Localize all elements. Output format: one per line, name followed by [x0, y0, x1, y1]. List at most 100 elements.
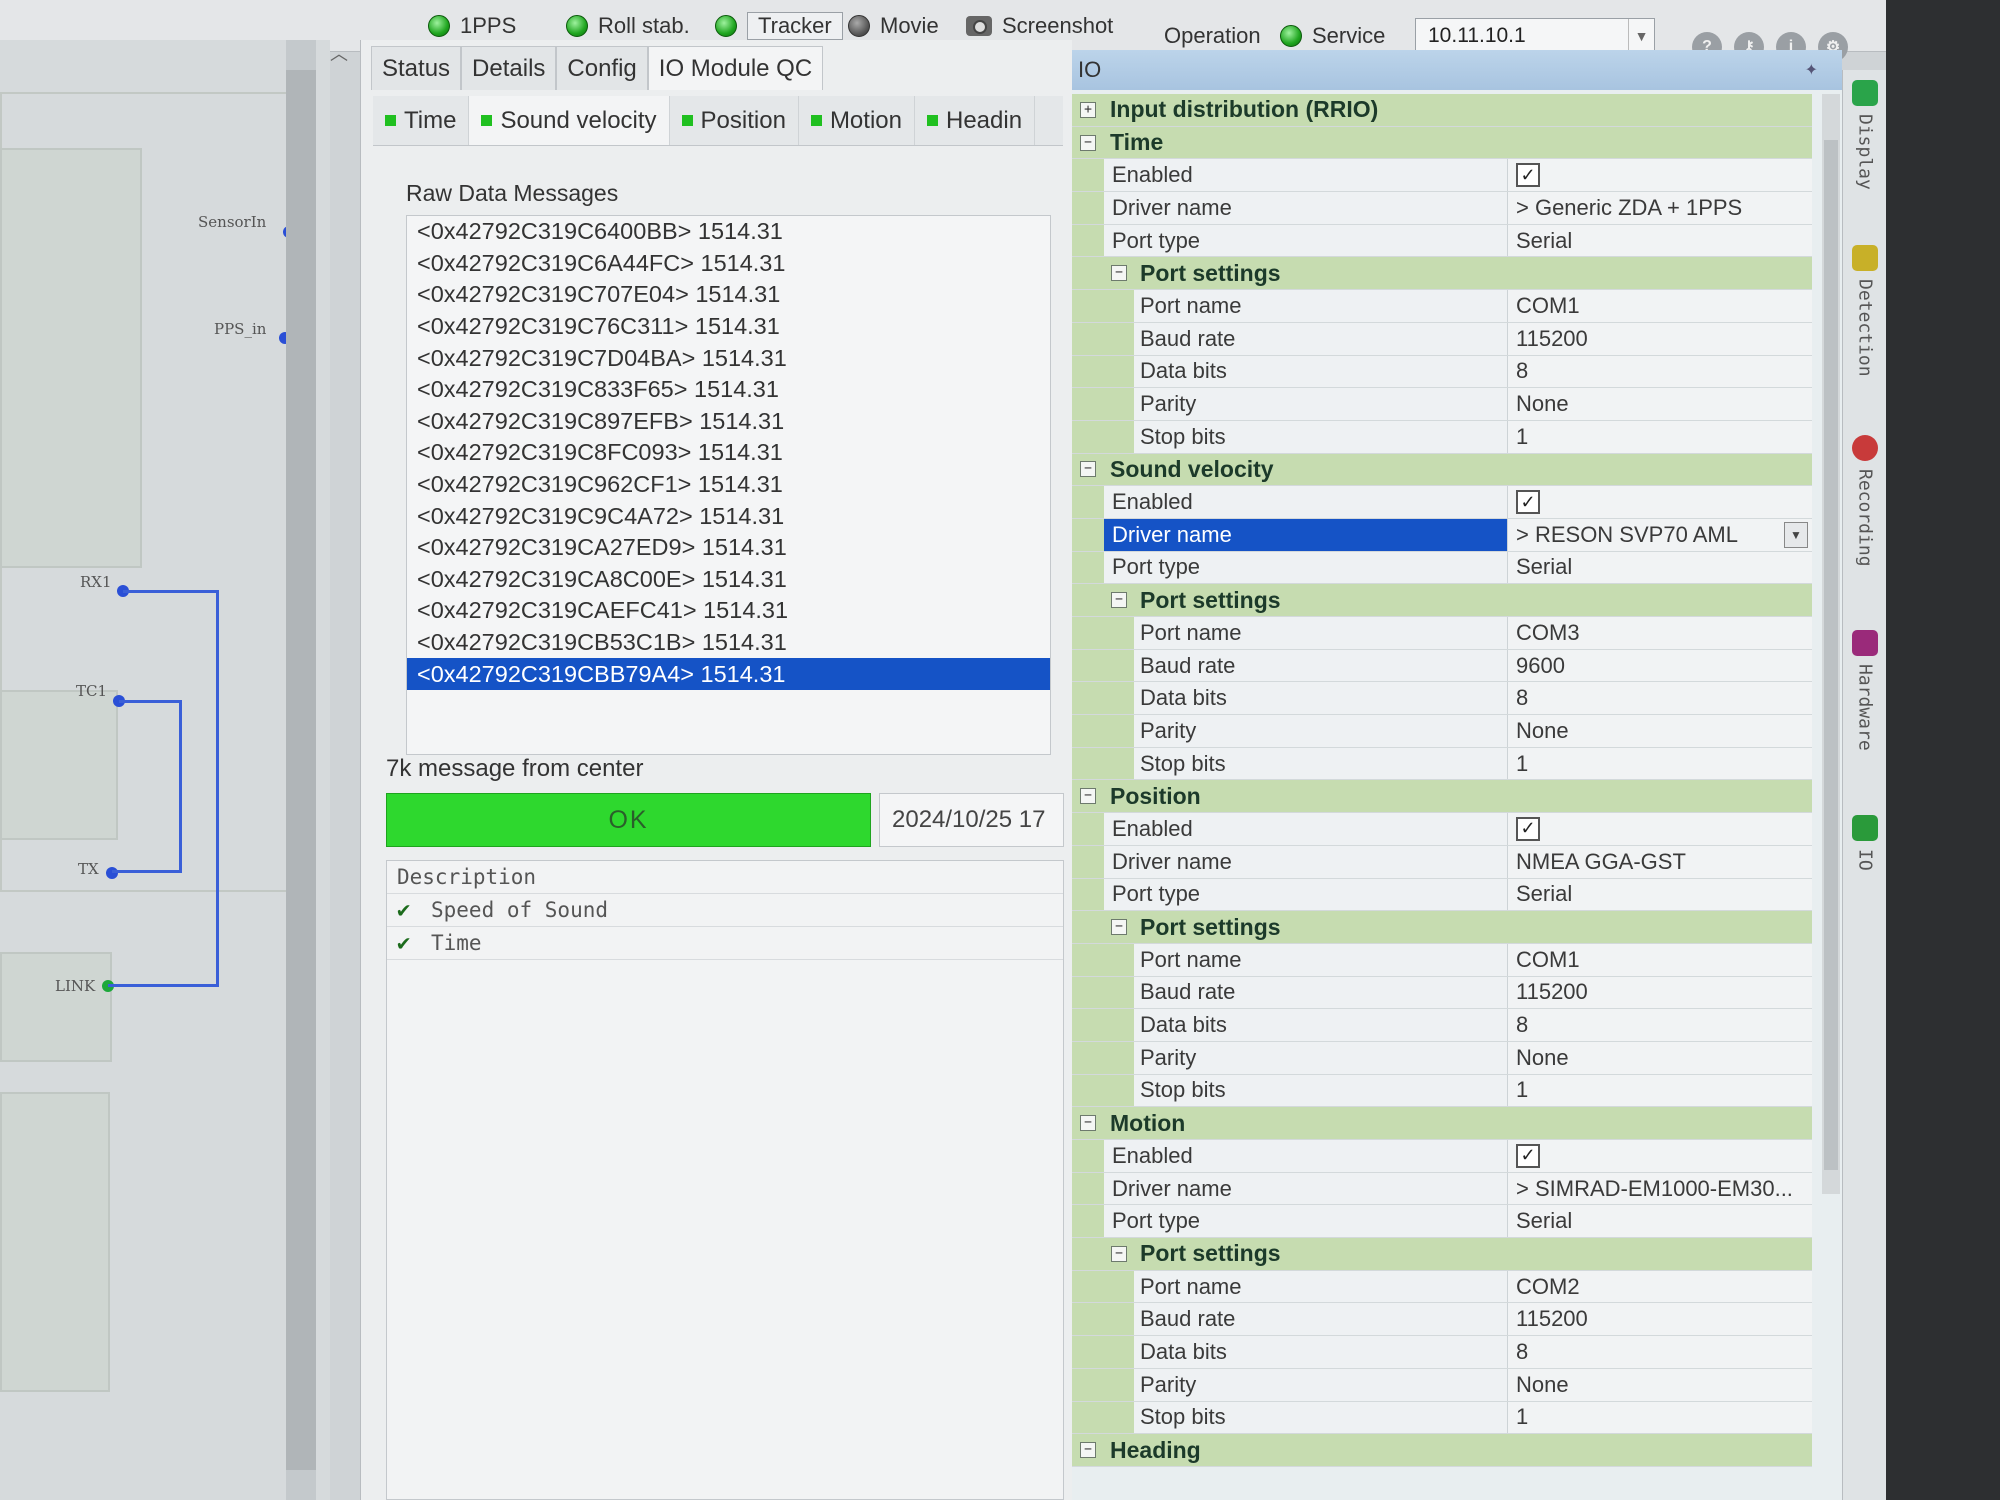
stop-bits-row[interactable]: Stop bits 1	[1072, 1074, 1812, 1108]
collapse-icon[interactable]: −	[1111, 1245, 1127, 1262]
list-item[interactable]: <0x42792C319CAEFC41> 1514.31	[407, 595, 1050, 627]
list-item[interactable]: <0x42792C319C6A44FC> 1514.31	[407, 248, 1050, 280]
data-bits-row[interactable]: Data bits 8	[1072, 1009, 1812, 1042]
expand-icon[interactable]: +	[1080, 101, 1096, 118]
tab-details[interactable]: Details	[461, 46, 557, 90]
side-tab-hardware[interactable]: Hardware	[1843, 630, 1887, 751]
port-name-row[interactable]: Port name COM1	[1072, 290, 1812, 323]
side-tab-io[interactable]: IO	[1843, 815, 1887, 871]
port-settings-group[interactable]: − Port settings	[1072, 584, 1812, 617]
property-value[interactable]: > RESON SVP70 AML ▼	[1508, 518, 1812, 551]
enabled-checkbox[interactable]: ✓	[1516, 816, 1540, 841]
tab-position[interactable]: Position	[670, 96, 799, 145]
input-distribution-group[interactable]: + Input distribution (RRIO)	[1072, 94, 1812, 127]
collapse-icon[interactable]: −	[1111, 919, 1127, 936]
enabled-row[interactable]: Enabled ✓	[1072, 813, 1812, 846]
property-value[interactable]: ✓	[1508, 159, 1812, 192]
tab-heading[interactable]: Headin	[915, 96, 1036, 145]
scrollbar-thumb[interactable]	[286, 70, 316, 1470]
port-name-row[interactable]: Port name COM3	[1072, 617, 1812, 650]
port-type-row[interactable]: Port type Serial	[1072, 1205, 1812, 1239]
list-item[interactable]: <0x42792C319CA27ED9> 1514.31	[407, 532, 1050, 564]
data-bits-row[interactable]: Data bits 8	[1072, 682, 1812, 716]
port-settings-group[interactable]: − Port settings	[1072, 911, 1812, 944]
stop-bits-row[interactable]: Stop bits 1	[1072, 420, 1812, 454]
port-type-row[interactable]: Port type Serial	[1072, 551, 1812, 585]
side-tab-detection[interactable]: Detection	[1843, 245, 1887, 377]
data-bits-row[interactable]: Data bits 8	[1072, 1336, 1812, 1369]
list-item[interactable]: <0x42792C319C897EFB> 1514.31	[407, 406, 1050, 438]
driver-row[interactable]: Driver name > SIMRAD-EM1000-EM30...	[1072, 1172, 1812, 1206]
io-section[interactable]: − Position	[1072, 780, 1812, 814]
list-item[interactable]: ✔ Speed of Sound	[387, 894, 1063, 927]
port-name-row[interactable]: Port name COM2	[1072, 1270, 1812, 1304]
pin-icon[interactable]: ✦	[1805, 60, 1818, 80]
parity-row[interactable]: Parity None	[1072, 1368, 1812, 1402]
parity-row[interactable]: Parity None	[1072, 715, 1812, 748]
collapse-icon[interactable]: −	[1111, 592, 1127, 609]
port-settings-group[interactable]: − Port settings	[1072, 1238, 1812, 1271]
list-item[interactable]: <0x42792C319C9C4A72> 1514.31	[407, 500, 1050, 532]
io-section[interactable]: − Heading	[1072, 1434, 1812, 1467]
raw-data-list[interactable]: <0x42792C319C6400BB> 1514.31 <0x42792C319…	[406, 215, 1051, 755]
baud-rate-row[interactable]: Baud rate 115200	[1072, 1303, 1812, 1337]
parity-row[interactable]: Parity None	[1072, 388, 1812, 421]
enabled-checkbox[interactable]: ✓	[1516, 1143, 1540, 1168]
list-item[interactable]: <0x42792C319C833F65> 1514.31	[407, 374, 1050, 406]
collapse-icon[interactable]: −	[1080, 788, 1096, 805]
list-item[interactable]: <0x42792C319C707E04> 1514.31	[407, 279, 1050, 311]
driver-row[interactable]: Driver name NMEA GGA-GST	[1072, 845, 1812, 879]
tab-time[interactable]: Time	[373, 96, 470, 145]
collapse-icon[interactable]: −	[1111, 265, 1127, 282]
list-item[interactable]: <0x42792C319C6400BB> 1514.31	[407, 216, 1050, 248]
collapse-icon[interactable]: −	[1080, 461, 1096, 478]
io-section[interactable]: − Motion	[1072, 1107, 1812, 1140]
ip-address-select[interactable]: 10.11.10.1 ▼	[1415, 18, 1655, 54]
stop-bits-row[interactable]: Stop bits 1	[1072, 1401, 1812, 1435]
baud-rate-row[interactable]: Baud rate 9600	[1072, 649, 1812, 683]
port-settings-group[interactable]: − Port settings	[1072, 257, 1812, 291]
data-bits-row[interactable]: Data bits 8	[1072, 355, 1812, 389]
list-item[interactable]: ✔ Time	[387, 927, 1063, 960]
chevron-down-icon[interactable]: ▼	[1628, 19, 1654, 53]
enabled-row[interactable]: Enabled ✓	[1072, 486, 1812, 519]
enabled-row[interactable]: Enabled ✓	[1072, 159, 1812, 193]
scrollbar-thumb[interactable]	[1824, 140, 1838, 1170]
tab-config[interactable]: Config	[556, 46, 648, 90]
side-tab-display[interactable]: Display	[1843, 80, 1887, 190]
scroll-up-icon[interactable]: ︿	[330, 40, 348, 66]
stop-bits-row[interactable]: Stop bits 1	[1072, 747, 1812, 781]
baud-rate-row[interactable]: Baud rate 115200	[1072, 322, 1812, 356]
driver-row[interactable]: Driver name > RESON SVP70 AML ▼	[1072, 518, 1812, 552]
list-item[interactable]: <0x42792C319CB53C1B> 1514.31	[407, 627, 1050, 659]
tx-pin[interactable]	[106, 867, 118, 879]
enabled-row[interactable]: Enabled ✓	[1072, 1140, 1812, 1173]
baud-rate-row[interactable]: Baud rate 115200	[1072, 976, 1812, 1010]
list-item[interactable]: <0x42792C319CA8C00E> 1514.31	[407, 564, 1050, 596]
io-section[interactable]: − Sound velocity	[1072, 453, 1812, 487]
chevron-down-icon[interactable]: ▼	[1784, 521, 1808, 548]
description-list[interactable]: Description ✔ Speed of Sound ✔ Time	[386, 860, 1064, 1500]
list-item[interactable]: <0x42792C319C7D04BA> 1514.31	[407, 342, 1050, 374]
property-value[interactable]: ✓	[1508, 1140, 1812, 1172]
enabled-checkbox[interactable]: ✓	[1516, 490, 1540, 515]
enabled-checkbox[interactable]: ✓	[1516, 163, 1540, 188]
tab-io-module-qc[interactable]: IO Module QC	[647, 46, 824, 90]
parity-row[interactable]: Parity None	[1072, 1041, 1812, 1075]
list-item[interactable]: <0x42792C319C962CF1> 1514.31	[407, 469, 1050, 501]
list-item[interactable]: <0x42792C319C76C311> 1514.31	[407, 311, 1050, 343]
tab-status[interactable]: Status	[371, 46, 462, 90]
port-type-row[interactable]: Port type Serial	[1072, 878, 1812, 912]
driver-row[interactable]: Driver name > Generic ZDA + 1PPS	[1072, 192, 1812, 225]
list-item[interactable]: <0x42792C319CBB79A4> 1514.31	[407, 658, 1050, 690]
tab-sound-velocity[interactable]: Sound velocity	[469, 96, 670, 145]
collapse-icon[interactable]: −	[1080, 1115, 1096, 1132]
property-value[interactable]: ✓	[1508, 486, 1812, 518]
port-type-row[interactable]: Port type Serial	[1072, 224, 1812, 258]
collapse-icon[interactable]: −	[1080, 134, 1096, 151]
list-item[interactable]: <0x42792C319C8FC093> 1514.31	[407, 437, 1050, 469]
port-name-row[interactable]: Port name COM1	[1072, 943, 1812, 977]
property-value[interactable]: ✓	[1508, 813, 1812, 845]
tab-motion[interactable]: Motion	[799, 96, 915, 145]
collapse-icon[interactable]: −	[1080, 1442, 1096, 1459]
